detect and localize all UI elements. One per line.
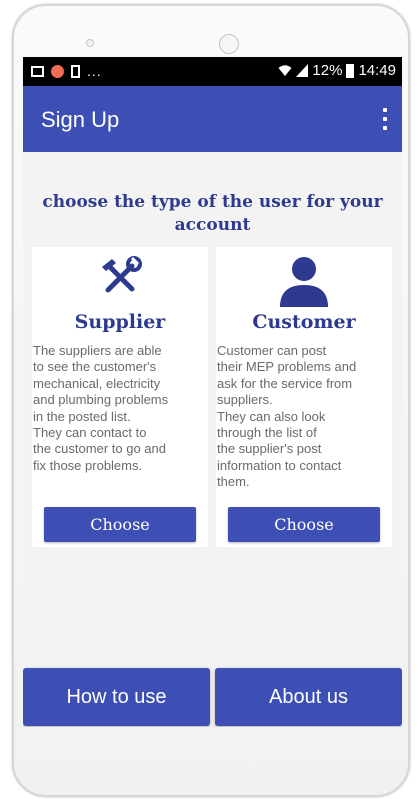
tools-icon [32,255,208,299]
customer-description: Customer can post their MEP problems and… [217,343,357,490]
more-notifications: ... [87,63,102,79]
status-bar: ... 12% 14:49 [23,57,402,86]
choose-supplier-button[interactable]: Choose [44,507,196,542]
wifi-icon [278,65,292,76]
customer-card: Customer Customer can post their MEP pro… [216,247,392,547]
system-status: 12% 14:49 [278,62,396,79]
front-camera [219,34,239,54]
app-notification-icon [51,64,64,78]
supplier-title: Supplier [74,311,166,333]
battery-percent: 12% [312,62,343,79]
user-type-heading: choose the type of the user for your acc… [42,192,383,235]
clock: 14:49 [358,62,396,79]
sensor [86,39,94,47]
battery-icon [346,63,355,78]
supplier-card: Supplier The suppliers are able to see t… [32,247,208,547]
battery-saver-icon [71,64,80,78]
choose-customer-button[interactable]: Choose [228,507,380,542]
notification-icons: ... [31,63,102,79]
app-screen: ... 12% 14:49 Sign Up choose the type of… [23,57,402,727]
app-bar: Sign Up [23,86,402,152]
page-title: Sign Up [41,107,120,132]
about-us-button[interactable]: About us [215,668,402,726]
more-vert-icon[interactable] [382,108,388,130]
customer-title: Customer [252,311,356,333]
signal-icon [296,64,309,77]
how-to-use-button[interactable]: How to use [23,668,210,726]
supplier-description: The suppliers are able to see the custom… [33,343,169,473]
person-icon [216,255,392,309]
image-notification-icon [31,65,44,77]
